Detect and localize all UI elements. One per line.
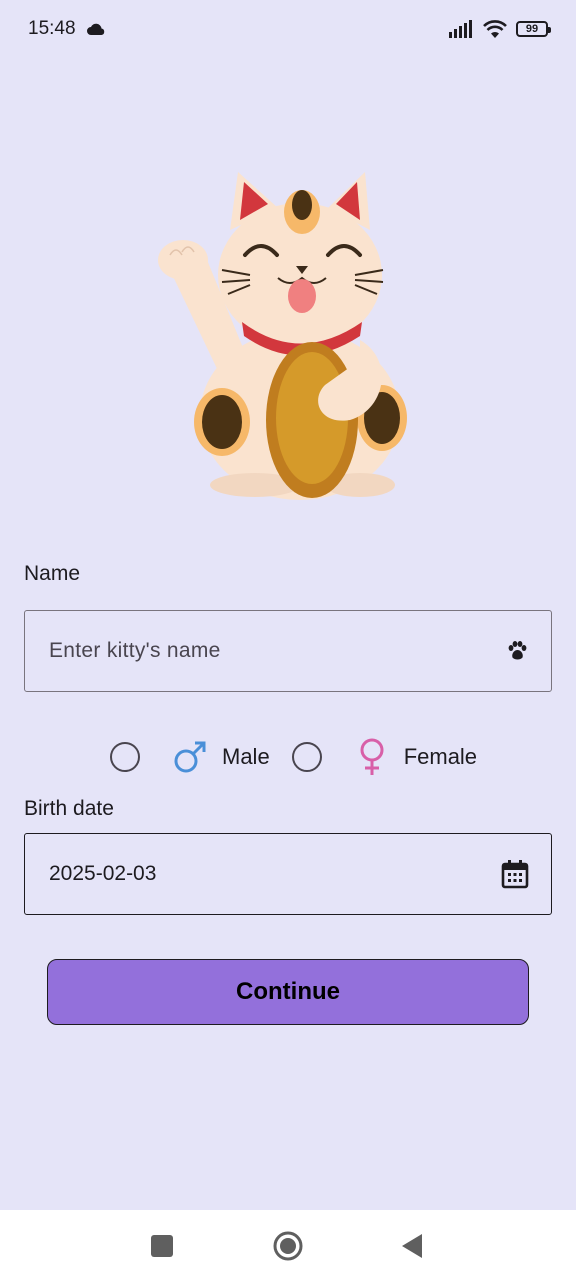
male-icon	[174, 741, 206, 773]
home-circle-icon[interactable]	[272, 1230, 304, 1262]
status-left: 15:48	[28, 18, 106, 40]
battery-icon: 99	[516, 21, 551, 37]
birth-date-label: Birth date	[24, 797, 114, 820]
gender-selector: Male Female	[110, 735, 477, 779]
battery-level: 99	[525, 23, 539, 35]
status-bar: 15:48 99	[0, 0, 576, 58]
continue-button[interactable]: Continue	[47, 959, 529, 1025]
name-label: Name	[24, 562, 81, 585]
lucky-cat-illustration	[150, 160, 420, 510]
name-input[interactable]: Enter kitty's name	[24, 610, 552, 692]
female-icon	[360, 738, 384, 775]
birth-date-value: 2025-02-03	[49, 862, 157, 885]
back-triangle-icon[interactable]	[400, 1232, 424, 1260]
system-nav-bar	[0, 1210, 576, 1280]
paw-icon	[508, 641, 527, 660]
female-label: Female	[403, 744, 478, 769]
wifi-icon	[483, 20, 507, 38]
female-radio[interactable]	[291, 742, 322, 772]
lucky-cat-image	[158, 172, 407, 500]
male-radio[interactable]	[110, 742, 140, 772]
calendar-icon[interactable]	[501, 859, 529, 889]
birth-date-field[interactable]: 2025-02-03	[24, 833, 552, 915]
signal-icon	[449, 20, 472, 38]
name-placeholder: Enter kitty's name	[49, 639, 221, 662]
status-time: 15:48	[28, 18, 76, 39]
male-label: Male	[222, 744, 270, 769]
cloud-icon	[86, 23, 104, 35]
recents-square-icon[interactable]	[150, 1234, 174, 1258]
status-right: 99	[448, 19, 551, 39]
